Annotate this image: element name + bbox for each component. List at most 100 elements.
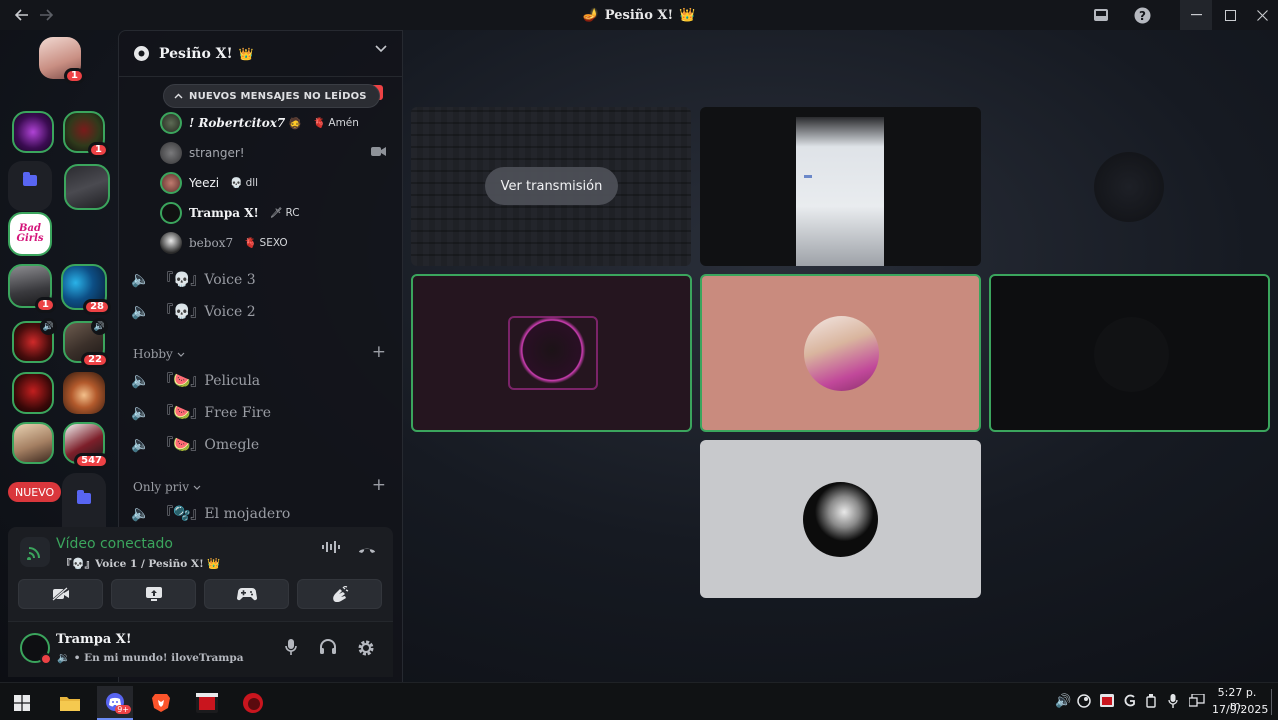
headphones-icon[interactable] (319, 639, 337, 660)
add-channel-icon[interactable]: + (372, 475, 386, 495)
unread-badge: 547 (74, 453, 109, 469)
channel-name: 『💀』Voice 3 (159, 272, 256, 288)
network-icon[interactable] (1188, 693, 1205, 711)
category-only-priv[interactable]: Only priv (133, 477, 201, 497)
server-rail: 1 1 Bad Girls 1 28 🔊 🔊 22 547 NUEVO (0, 30, 118, 530)
new-messages-label: NUEVOS MENSAJES NO LEÍDOS (189, 90, 367, 102)
noise-suppression-icon[interactable] (322, 540, 340, 558)
participant-tile-black[interactable] (989, 274, 1270, 432)
server-lady[interactable] (12, 111, 54, 153)
voice-channel-path[interactable]: 『💀』Voice 1 / Pesiño X! 👑 (61, 556, 220, 571)
server-dark-photo[interactable] (64, 164, 110, 210)
participant-tile-grey[interactable] (700, 440, 981, 598)
inbox-icon[interactable] (1090, 0, 1112, 30)
file-explorer-icon[interactable] (52, 686, 88, 720)
server-dragon[interactable]: 1 (63, 111, 109, 158)
video-camera-icon (371, 147, 386, 156)
camera-tile-screen[interactable] (700, 107, 981, 266)
voice-channel-voice-3[interactable]: 🔈 『💀』Voice 3 (131, 266, 256, 292)
crown-icon: 👑 (238, 46, 254, 61)
participant-tile-pink[interactable] (700, 274, 981, 432)
voice-member[interactable]: Yeezi 💀 dll (160, 170, 258, 196)
home-dm-button[interactable]: 1 (39, 37, 85, 84)
server-dll[interactable] (12, 372, 54, 414)
server-folder-blue[interactable] (8, 161, 52, 211)
voice-channel-el-mojadero[interactable]: 🔈 『🫧』El mojadero (131, 500, 290, 526)
speaker-icon: 🔊 (91, 318, 108, 335)
windows-taskbar: 9+ 🔊 5:27 p. m. 17/9/2025 (0, 682, 1278, 720)
settings-gear-icon[interactable] (357, 639, 375, 662)
recorder-app-icon[interactable] (189, 686, 225, 720)
avatar (160, 232, 182, 254)
server-fire[interactable] (63, 372, 105, 414)
microphone-icon[interactable] (285, 639, 297, 661)
server-mono-photo[interactable]: 1 (8, 264, 56, 313)
voice-status-text[interactable]: Vídeo conectado (56, 536, 173, 552)
connection-signal-icon[interactable] (20, 537, 50, 567)
chevron-down-icon (193, 485, 201, 490)
chevron-down-icon (375, 45, 387, 53)
role-text: RC (285, 207, 300, 219)
red-record-app-icon[interactable] (235, 686, 271, 720)
help-icon[interactable]: ? (1131, 0, 1153, 30)
gear-badge-icon (134, 46, 149, 61)
activity-button[interactable] (204, 579, 289, 609)
user-name[interactable]: Trampa X! (56, 632, 132, 647)
voice-channel-voice-2[interactable]: 🔈 『💀』Voice 2 (131, 298, 256, 324)
minimize-icon[interactable] (1180, 0, 1212, 30)
member-role-tag: 🗡 RC (270, 207, 300, 219)
role-text: dll (245, 177, 259, 189)
g-hub-tray-icon[interactable] (1124, 694, 1136, 711)
watch-stream-button[interactable]: Ver transmisión (485, 167, 618, 205)
show-desktop-divider[interactable] (1271, 689, 1272, 715)
soundboard-button[interactable] (297, 579, 382, 609)
server-group-photo[interactable]: 🔊 22 (63, 318, 109, 368)
disconnect-icon[interactable] (357, 540, 377, 558)
user-custom-status[interactable]: 🔉 • En mi mundo! iloveTrampa (57, 651, 244, 664)
usb-device-icon[interactable] (1146, 694, 1156, 712)
server-blue-wave[interactable]: 28 (61, 264, 111, 315)
screen-share-button[interactable] (111, 579, 196, 609)
avatar (160, 202, 182, 224)
brave-browser-icon[interactable] (143, 686, 179, 720)
discord-taskbar-icon[interactable]: 9+ (97, 686, 133, 720)
voice-channel-omegle[interactable]: 🔈 『🍉』Omegle (131, 431, 259, 457)
voice-member[interactable]: stranger! (160, 140, 245, 166)
voice-channel-free-fire[interactable]: 🔈 『🍉』Free Fire (131, 399, 271, 425)
voice-member[interactable]: Trampa X! 🗡 RC (160, 200, 300, 226)
home-unread-badge: 1 (64, 68, 85, 84)
voice-channel-pelicula[interactable]: 🔈 『🍉』Pelicula (131, 367, 260, 393)
channel-name: 『🍉』Free Fire (159, 405, 272, 421)
camera-off-button[interactable] (18, 579, 103, 609)
folder-icon (23, 172, 37, 186)
server-bad-girls[interactable]: Bad Girls (8, 212, 52, 256)
new-servers-pill[interactable]: NUEVO (8, 482, 62, 502)
taskbar-clock-date[interactable]: 17/9/2025 (1212, 703, 1268, 716)
forward-icon[interactable] (34, 0, 58, 30)
windows-start-icon[interactable] (4, 686, 40, 720)
participant-tile-glitch[interactable] (411, 274, 692, 432)
server-red-logo[interactable]: 🔊 (12, 318, 57, 363)
category-hobby[interactable]: Hobby (133, 344, 185, 364)
recorder-tray-icon[interactable] (1100, 694, 1114, 711)
back-icon[interactable] (10, 0, 34, 30)
steam-tray-icon[interactable] (1077, 694, 1091, 712)
heart-icon: 🫀 (312, 117, 326, 129)
voice-member[interactable]: ! Robertcitox7 🧔 🫀 Amén (160, 110, 359, 136)
server-blonde[interactable] (12, 422, 54, 464)
server-folder-blue-2[interactable] (62, 473, 106, 530)
speaker-icon: 🔊 (40, 318, 57, 335)
close-icon[interactable] (1246, 0, 1278, 30)
server-anime[interactable]: 547 (63, 422, 109, 469)
role-text: SEXO (259, 237, 288, 249)
volume-icon[interactable]: 🔊 (1055, 694, 1071, 709)
server-header[interactable]: Pesiño X! 👑 (119, 31, 403, 77)
discord-window: 🪔 Pesiño X! 👑 ? 1 1 Bad Girls 1 28 🔊 🔊 2… (0, 0, 1278, 720)
new-unread-messages-pill[interactable]: NUEVOS MENSAJES NO LEÍDOS (163, 84, 380, 108)
maximize-icon[interactable] (1214, 0, 1246, 30)
voice-member[interactable]: bebox7 🫀 SEXO (160, 230, 288, 256)
microphone-tray-icon[interactable] (1168, 694, 1178, 712)
member-emoji: 🧔 (288, 116, 302, 130)
camera-tile-dark[interactable] (989, 107, 1270, 266)
add-channel-icon[interactable]: + (372, 342, 386, 362)
